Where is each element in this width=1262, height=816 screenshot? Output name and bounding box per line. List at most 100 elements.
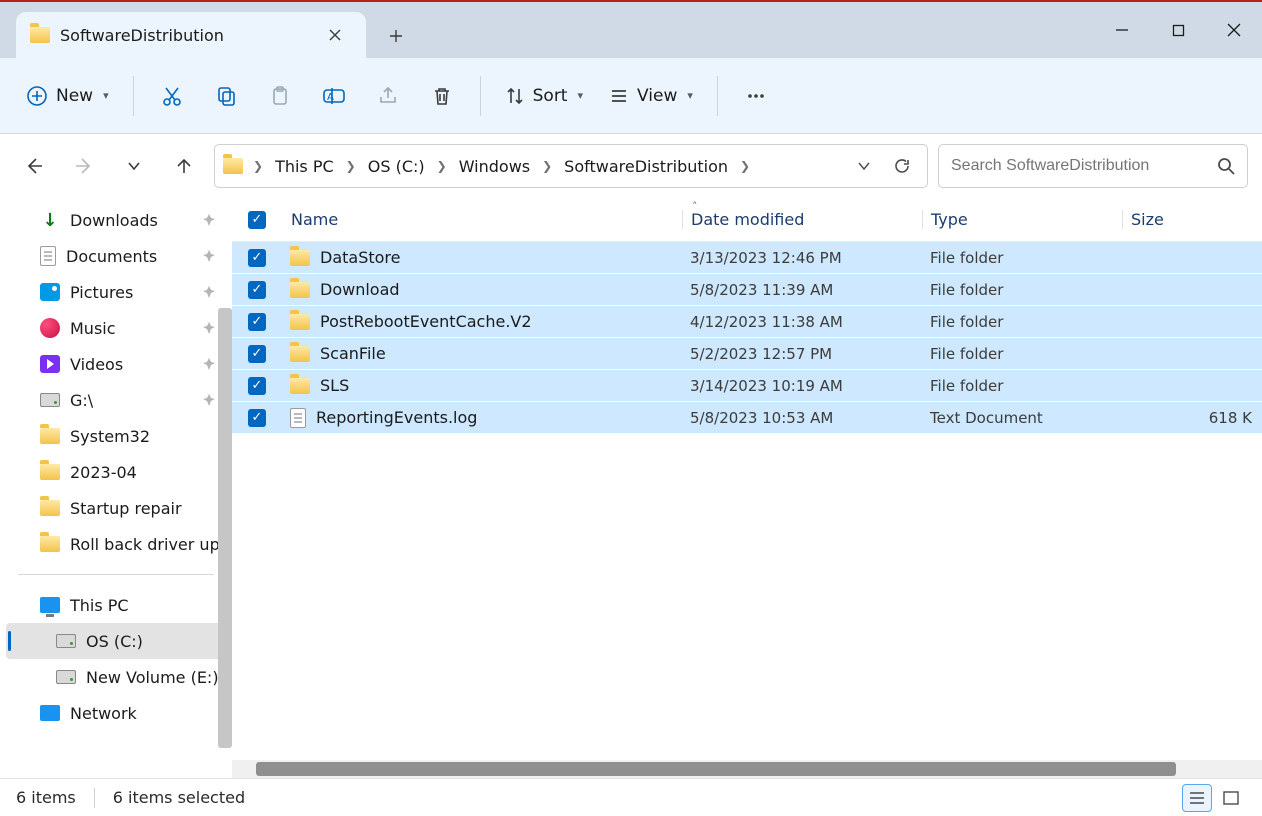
folder-icon	[223, 158, 243, 174]
sidebar-item-label: 2023-04	[70, 463, 137, 482]
folder-icon	[290, 346, 310, 362]
chevron-right-icon[interactable]: ❯	[344, 159, 358, 173]
file-date: 5/8/2023 11:39 AM	[682, 281, 922, 299]
column-header-date[interactable]: Date modified	[682, 210, 922, 229]
address-bar[interactable]: ❯ This PC ❯ OS (C:) ❯ Windows ❯ Software…	[214, 144, 928, 188]
copy-button[interactable]	[200, 73, 252, 119]
search-box[interactable]	[938, 144, 1248, 188]
search-input[interactable]	[951, 157, 1209, 175]
recent-locations-button[interactable]	[114, 146, 154, 186]
net-icon	[40, 705, 60, 721]
tree-item[interactable]: Network	[0, 695, 232, 731]
row-checkbox[interactable]: ✓	[248, 377, 266, 395]
column-header-size[interactable]: Size	[1122, 210, 1262, 229]
thumbnails-view-button[interactable]	[1216, 784, 1246, 812]
pin-icon	[202, 321, 216, 335]
scrollbar-thumb[interactable]	[256, 762, 1176, 776]
file-rows: ✓DataStore3/13/2023 12:46 PMFile folder✓…	[232, 242, 1262, 760]
sidebar-item[interactable]: Startup repair	[0, 490, 232, 526]
file-type: File folder	[922, 249, 1122, 267]
vid-icon	[40, 355, 60, 373]
file-list-pane: ˄ ✓ Name Date modified Type Size ✓DataSt…	[232, 198, 1262, 778]
refresh-button[interactable]	[885, 149, 919, 183]
file-row[interactable]: ✓ScanFile5/2/2023 12:57 PMFile folder	[232, 338, 1262, 370]
paste-button[interactable]	[254, 73, 306, 119]
sidebar-item[interactable]: Music	[0, 310, 232, 346]
tree-item[interactable]: This PC	[0, 587, 232, 623]
file-row[interactable]: ✓SLS3/14/2023 10:19 AMFile folder	[232, 370, 1262, 402]
folder-icon	[40, 428, 60, 444]
file-row[interactable]: ✓PostRebootEventCache.V24/12/2023 11:38 …	[232, 306, 1262, 338]
window-controls	[1094, 2, 1262, 58]
view-button[interactable]: View ▾	[597, 73, 705, 119]
scrollbar-thumb[interactable]	[218, 308, 232, 748]
sidebar-item[interactable]: 2023-04	[0, 454, 232, 490]
more-button[interactable]	[730, 73, 782, 119]
chevron-right-icon[interactable]: ❯	[435, 159, 449, 173]
chevron-down-icon: ▾	[687, 89, 693, 102]
chevron-right-icon[interactable]: ❯	[738, 159, 752, 173]
browser-tab[interactable]: SoftwareDistribution	[16, 12, 366, 58]
separator	[133, 76, 134, 116]
sidebar-item[interactable]: Documents	[0, 238, 232, 274]
breadcrumb-segment[interactable]: OS (C:)	[362, 153, 431, 180]
breadcrumb-segment[interactable]: Windows	[453, 153, 536, 180]
row-checkbox[interactable]: ✓	[248, 313, 266, 331]
sidebar-item-label: Documents	[66, 247, 157, 266]
navigation-pane[interactable]: ↓Downloads Documents PicturesMusicVideos G:…	[0, 198, 232, 778]
sidebar-item[interactable]: Videos	[0, 346, 232, 382]
rename-button[interactable]: A	[308, 73, 360, 119]
column-header-type[interactable]: Type	[922, 210, 1122, 229]
forward-button[interactable]	[64, 146, 104, 186]
select-all-checkbox[interactable]: ✓	[248, 211, 266, 229]
minimize-button[interactable]	[1094, 2, 1150, 58]
close-tab-button[interactable]	[320, 20, 350, 50]
sidebar-item[interactable]: System32	[0, 418, 232, 454]
sidebar-item[interactable]: ↓Downloads	[0, 202, 232, 238]
close-window-button[interactable]	[1206, 2, 1262, 58]
doc-icon	[40, 246, 56, 266]
row-checkbox[interactable]: ✓	[248, 281, 266, 299]
sidebar-item[interactable]: Roll back driver up	[0, 526, 232, 562]
chevron-right-icon[interactable]: ❯	[540, 159, 554, 173]
drive-icon	[56, 670, 76, 684]
new-tab-button[interactable]	[374, 14, 418, 58]
back-button[interactable]	[14, 146, 54, 186]
breadcrumb-segment[interactable]: This PC	[269, 153, 340, 180]
row-checkbox[interactable]: ✓	[248, 249, 266, 267]
new-button[interactable]: New ▾	[14, 73, 121, 119]
sort-button[interactable]: Sort ▾	[493, 73, 595, 119]
row-checkbox[interactable]: ✓	[248, 409, 266, 427]
file-row[interactable]: ✓ReportingEvents.log5/8/2023 10:53 AMTex…	[232, 402, 1262, 434]
share-button[interactable]	[362, 73, 414, 119]
file-type: File folder	[922, 345, 1122, 363]
folder-icon	[40, 464, 60, 480]
column-header-name[interactable]: Name	[282, 210, 682, 229]
sidebar-item[interactable]: G:\	[0, 382, 232, 418]
sidebar-item-label: G:\	[70, 391, 93, 410]
file-row[interactable]: ✓DataStore3/13/2023 12:46 PMFile folder	[232, 242, 1262, 274]
breadcrumb-segment[interactable]: SoftwareDistribution	[558, 153, 734, 180]
file-name: Download	[320, 280, 400, 299]
maximize-button[interactable]	[1150, 2, 1206, 58]
file-size: 618 K	[1122, 409, 1262, 427]
folder-icon	[40, 500, 60, 516]
file-date: 3/14/2023 10:19 AM	[682, 377, 922, 395]
address-dropdown-button[interactable]	[847, 149, 881, 183]
file-row[interactable]: ✓Download5/8/2023 11:39 AMFile folder	[232, 274, 1262, 306]
sidebar-item-label: Roll back driver up	[70, 535, 220, 554]
svg-text:A: A	[327, 92, 334, 103]
horizontal-scrollbar[interactable]	[232, 760, 1262, 778]
up-button[interactable]	[164, 146, 204, 186]
search-icon[interactable]	[1217, 157, 1235, 175]
details-view-button[interactable]	[1182, 784, 1212, 812]
sidebar-item-label: System32	[70, 427, 150, 446]
tree-item[interactable]: New Volume (E:)	[0, 659, 232, 695]
row-checkbox[interactable]: ✓	[248, 345, 266, 363]
sidebar-item[interactable]: Pictures	[0, 274, 232, 310]
tree-item[interactable]: OS (C:)	[6, 623, 226, 659]
delete-button[interactable]	[416, 73, 468, 119]
chevron-right-icon[interactable]: ❯	[251, 159, 265, 173]
cut-button[interactable]	[146, 73, 198, 119]
sort-indicator-icon: ˄	[692, 200, 698, 213]
